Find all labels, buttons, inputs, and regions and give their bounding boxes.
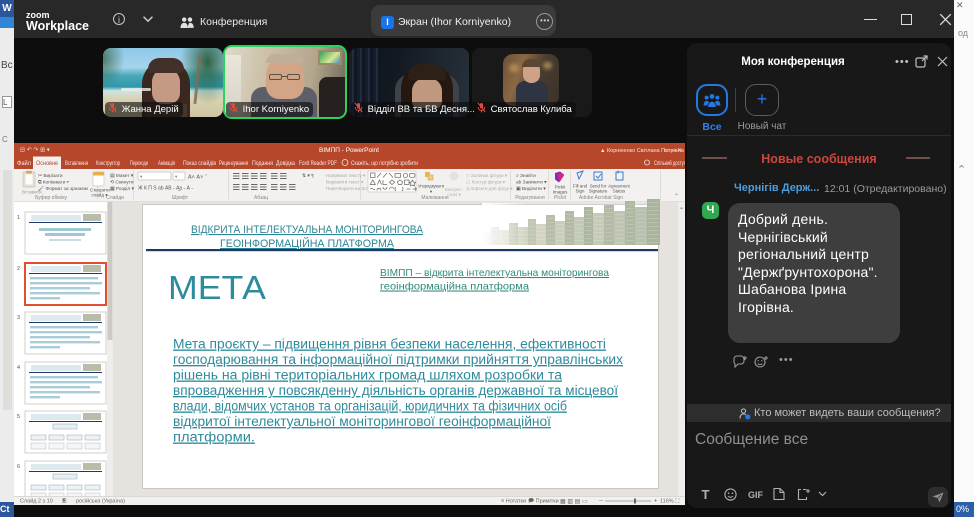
svg-text:Шрифт: Шрифт [172, 195, 189, 201]
svg-text:3: 3 [17, 315, 20, 321]
svg-text:платформи.: платформи. [173, 430, 255, 445]
svg-text:⟲ Скинути: ⟲ Скинути [110, 180, 134, 186]
svg-text:1: 1 [17, 215, 20, 221]
svg-text:🗩 Примітки: 🗩 Примітки [528, 498, 559, 505]
svg-text:Абзац: Абзац [254, 195, 268, 201]
svg-text:Вставлення: Вставлення [65, 161, 88, 167]
svg-text:ab Замінити ▾: ab Замінити ▾ [516, 180, 547, 186]
svg-text:6: 6 [17, 464, 20, 470]
svg-text:ГЕОІНФОРМАЦІЙНА ПЛАТФОРМА: ГЕОІНФОРМАЦІЙНА ПЛАТФОРМА [220, 237, 395, 250]
svg-text:⌃: ⌃ [674, 193, 679, 200]
svg-text:▦ ▥ ▤ ▭: ▦ ▥ ▤ ▭ [560, 499, 588, 505]
svg-text:+: + [654, 499, 658, 505]
svg-text:рішень на рівні територіальних: рішень на рівні територіальних громад шл… [173, 368, 563, 383]
svg-text:Малювання: Малювання [421, 195, 449, 201]
svg-text:Переходи: Переходи [130, 161, 148, 167]
svg-text:Упорядкувати: Упорядкувати [418, 184, 444, 189]
svg-text:▣ Виділити ▾: ▣ Виділити ▾ [516, 186, 546, 192]
svg-text:господарювання та інформаційно: господарювання та інформаційної підтримк… [173, 352, 623, 367]
svg-text:МЕТА: МЕТА [168, 269, 266, 306]
svg-text:▦ Розділ ▾: ▦ Розділ ▾ [110, 186, 135, 192]
svg-text:Images: Images [553, 190, 569, 195]
svg-text:Напрямок тексту ▾: Напрямок тексту ▾ [326, 173, 366, 178]
svg-text:Показ слайдів: Показ слайдів [183, 160, 216, 167]
svg-text:стилі ▾: стилі ▾ [447, 192, 461, 197]
svg-text:Мета проєкту – підвищення рівн: Мета проєкту – підвищення рівня безпеки … [173, 337, 606, 352]
svg-text:геоінформаційна платформа: геоінформаційна платформа [380, 281, 529, 293]
svg-text:Скажіть, що потрібно зробити: Скажіть, що потрібно зробити [351, 161, 418, 167]
svg-text:◇ Заливка фігури ▾: ◇ Заливка фігури ▾ [466, 173, 508, 178]
svg-text:▢ Контур фігури ▾: ▢ Контур фігури ▾ [466, 180, 506, 185]
svg-text:впровадження у повсякденну дія: впровадження у повсякденну діяльність ор… [173, 383, 618, 398]
svg-text:Foxit Reader PDF: Foxit Reader PDF [299, 161, 337, 167]
svg-text:А˄ А˅ ῍: А˄ А˅ ῍ [188, 175, 207, 181]
svg-text:🖌 Формат за зразком: 🖌 Формат за зразком [38, 185, 88, 192]
svg-text:Буфер обміну: Буфер обміну [35, 195, 68, 201]
svg-text:Status: Status [613, 189, 626, 194]
svg-text:Рецензування: Рецензування [219, 161, 248, 167]
svg-text:ВІМПП - PowerPoint: ВІМПП - PowerPoint [319, 147, 379, 154]
svg-text:⇅ ▾ ¶: ⇅ ▾ ¶ [302, 173, 314, 179]
svg-text:слайд ▾: слайд ▾ [92, 192, 109, 198]
svg-text:російська (Україна): російська (Україна) [76, 498, 125, 505]
svg-text:🖹: 🖹 [62, 498, 67, 505]
svg-text:▤ Макет ▾: ▤ Макет ▾ [110, 173, 134, 179]
svg-text:⧉ Копіювати ▾: ⧉ Копіювати ▾ [38, 180, 69, 186]
svg-text:Основне: Основне [36, 161, 59, 167]
svg-text:Слайд 2 з 10: Слайд 2 з 10 [20, 498, 53, 505]
svg-text:5: 5 [17, 414, 20, 420]
svg-text:Слайди: Слайди [106, 194, 124, 201]
svg-text:ВІДКРИТА ІНТЕЛЕКТУАЛЬНА МОНІТО: ВІДКРИТА ІНТЕЛЕКТУАЛЬНА МОНІТОРИНГОВА [191, 224, 424, 236]
svg-text:Спільний доступ: Спільний доступ [654, 160, 685, 167]
svg-text:Sign: Sign [576, 189, 585, 194]
svg-text:ВІМПП – відкрита інтелектуальн: ВІМПП – відкрита інтелектуальна монітори… [380, 267, 609, 279]
svg-text:─: ─ [598, 499, 603, 505]
svg-text:відкритої інтелектуальної моні: відкритої інтелектуальної моніторингової… [173, 414, 551, 429]
svg-text:Файл: Файл [17, 160, 31, 167]
svg-text:Конструктор: Конструктор [96, 161, 120, 167]
svg-text:Довідка: Довідка [276, 161, 296, 167]
svg-text:◎ Ефекти для фігур ▾: ◎ Ефекти для фігур ▾ [466, 186, 513, 191]
svg-text:2: 2 [17, 266, 20, 272]
svg-text:влади, відомчих установ та орг: влади, відомчих установ та організацій, … [173, 399, 567, 414]
svg-text:Signature: Signature [589, 189, 608, 194]
svg-text:Ж К П S ab АВ ‐ А̲а ‐ А ‐: Ж К П S ab АВ ‐ А̲а ‐ А ‐ [138, 186, 193, 192]
svg-text:116%: 116% [660, 499, 674, 505]
svg-text:Подання: Подання [252, 161, 273, 167]
svg-text:Анімація: Анімація [158, 161, 175, 167]
svg-text:✂ Вирізати: ✂ Вирізати [38, 173, 63, 179]
svg-text:4: 4 [17, 365, 20, 371]
svg-text:≡ Нотатки: ≡ Нотатки [501, 499, 526, 505]
svg-text:⌕ Знайти: ⌕ Знайти [516, 172, 536, 179]
svg-text:▭ ─ ✕: ▭ ─ ✕ [664, 148, 682, 154]
svg-text:⊟ ↶ ↷ ⊞ ▾: ⊟ ↶ ↷ ⊞ ▾ [20, 147, 50, 154]
svg-text:Вирівняти текст ▾: Вирівняти текст ▾ [326, 180, 364, 185]
